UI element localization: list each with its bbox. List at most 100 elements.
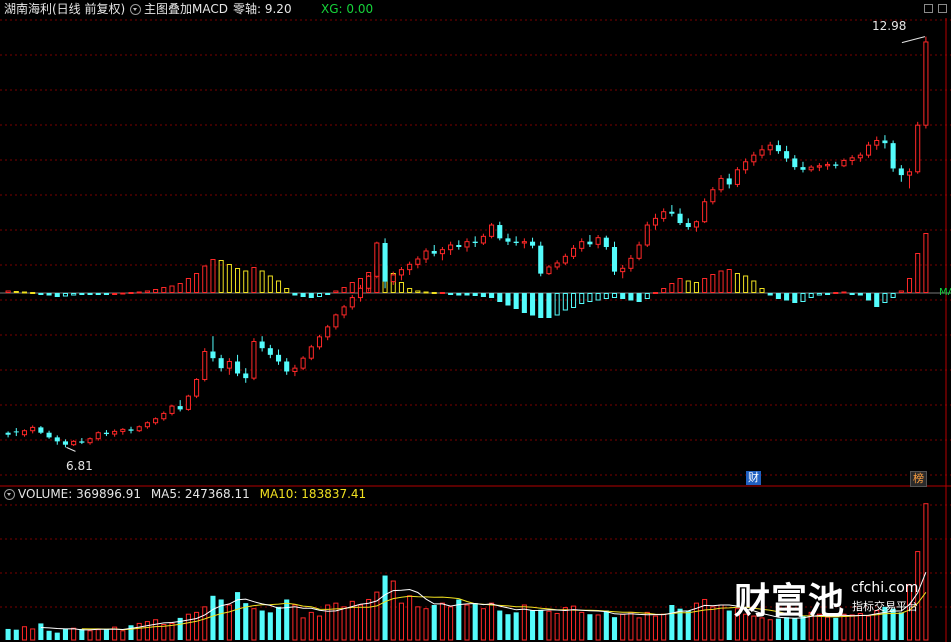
macd-bar [906, 278, 913, 293]
macd-bar [161, 287, 167, 293]
candle-body [792, 158, 798, 168]
candle-body [472, 241, 478, 244]
candle-body [87, 438, 93, 444]
candle-body [636, 244, 642, 259]
candle-body [235, 361, 241, 374]
macd-bar [530, 293, 536, 316]
volume-bar [120, 630, 126, 641]
volume-bar [202, 606, 208, 641]
volume-bar [620, 613, 626, 641]
macd-bar [472, 293, 478, 296]
candle-body [341, 306, 347, 316]
candle-body [874, 139, 880, 146]
indicator-name: 主图叠加MACD [144, 2, 228, 16]
candle-body [161, 412, 167, 420]
macd-bar [177, 283, 183, 293]
watermark-slogan: 指标交易平台 [852, 600, 918, 613]
candle-body [718, 177, 724, 191]
volume-bar [103, 628, 109, 640]
macd-bar [120, 292, 126, 295]
candle-body [628, 257, 634, 269]
watermark-site: cfchi.com [851, 580, 919, 596]
macd-bar [898, 290, 904, 293]
macd-bar [13, 291, 19, 293]
macd-bar [325, 293, 331, 295]
volume-bar [546, 610, 552, 641]
macd-bar [407, 288, 413, 293]
volume-dropdown-icon[interactable] [4, 489, 15, 500]
macd-bar [808, 293, 814, 298]
macd-bar [71, 293, 77, 296]
macd-bar [759, 288, 765, 293]
candle-body [734, 169, 740, 185]
ranking-badge[interactable]: 榜 [910, 471, 927, 487]
macd-bar [497, 293, 503, 302]
macd-bar [194, 273, 200, 293]
volume-bar [366, 598, 372, 641]
macd-bar [5, 290, 11, 293]
candle-body [30, 426, 36, 432]
macd-bar [816, 293, 822, 296]
volume-bar [562, 607, 568, 641]
volume-header: VOLUME: 369896.91 MA5: 247368.11 MA10: 1… [4, 486, 366, 502]
low-price-pointer [66, 446, 76, 452]
macd-bar [202, 265, 208, 293]
macd-bar [751, 280, 757, 293]
macd-bar [316, 293, 323, 297]
candle-body [71, 440, 77, 446]
candle-body [202, 351, 208, 380]
candle-body [890, 143, 896, 169]
restore-icon[interactable] [938, 4, 947, 13]
volume-bar [456, 599, 462, 640]
macd-bar [448, 293, 454, 295]
volume-bar [13, 629, 19, 640]
macd-bar [792, 293, 798, 303]
finance-badge[interactable]: 财 [746, 471, 761, 485]
macd-bar [841, 291, 847, 294]
macd-bar [431, 292, 437, 294]
candle-body [316, 336, 323, 348]
macd-bar [890, 293, 896, 298]
maximize-icon[interactable] [924, 4, 933, 13]
volume-bar [505, 614, 511, 640]
macd-bar [702, 278, 708, 293]
macd-bar [636, 293, 642, 302]
volume-bar [644, 611, 650, 641]
volume-bar [554, 612, 560, 641]
volume-bar [923, 503, 929, 641]
candle-body [54, 437, 60, 442]
volume-bar [46, 630, 52, 640]
candle-body [685, 223, 691, 228]
xg-value: XG: 0.00 [321, 2, 374, 16]
candle-body [259, 341, 265, 349]
macd-bar [341, 287, 347, 293]
macd-bar [439, 292, 445, 294]
candle-body [21, 430, 28, 436]
macd-bar [825, 293, 831, 295]
candle-body [120, 428, 126, 432]
candle-body [62, 441, 69, 445]
volume-bar [128, 625, 134, 640]
macd-bar [775, 293, 781, 299]
dropdown-icon[interactable] [130, 4, 141, 15]
macd-bar [464, 293, 470, 296]
candle-body [390, 274, 396, 283]
macd-bar [349, 282, 355, 293]
indicator-selector[interactable]: 主图叠加MACD [130, 1, 228, 17]
volume-bar [726, 610, 732, 640]
volume-bar [79, 628, 85, 640]
candle-body [595, 237, 601, 245]
candle-body [841, 159, 847, 167]
volume-bar [865, 615, 872, 641]
macd-bar [710, 274, 716, 293]
candle-body [505, 238, 511, 242]
volume-bar [316, 615, 323, 641]
candle-body [325, 326, 331, 338]
volume-bar [489, 602, 495, 641]
candle-body [710, 189, 716, 203]
volume-bar [259, 610, 265, 640]
macd-bar [267, 275, 273, 293]
candle-body [177, 406, 183, 410]
candle-body [284, 361, 290, 372]
volume-bar [95, 629, 101, 641]
